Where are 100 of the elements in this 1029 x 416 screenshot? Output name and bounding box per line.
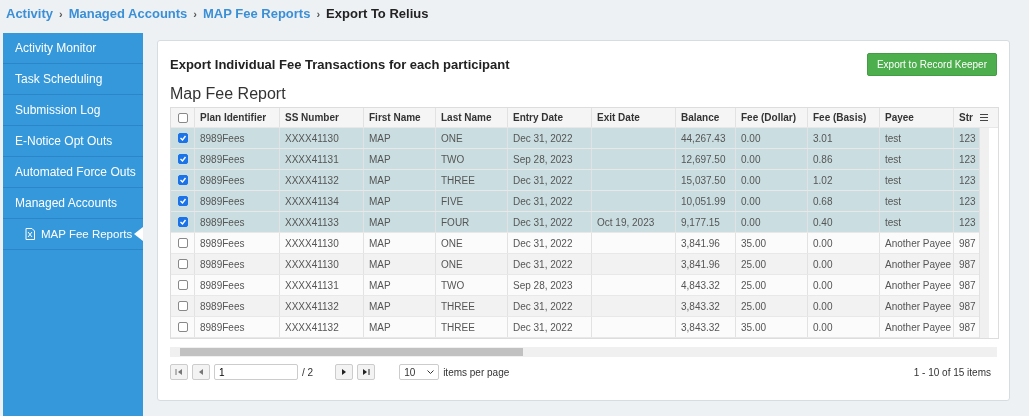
table-cell: 8989Fees	[194, 149, 279, 169]
column-header[interactable]: Exit Date	[591, 108, 675, 127]
column-header[interactable]: Str	[953, 108, 979, 127]
table-cell: MAP	[363, 128, 435, 148]
vertical-scrollbar[interactable]	[979, 128, 989, 338]
horizontal-scrollbar[interactable]	[170, 347, 997, 357]
table-cell: 15,037.50	[675, 170, 735, 190]
column-header[interactable]: Plan Identifier	[194, 108, 279, 127]
table-cell: THREE	[435, 317, 507, 337]
table-cell: THREE	[435, 296, 507, 316]
table-cell: 3,841.96	[675, 233, 735, 253]
table-cell: 44,267.43	[675, 128, 735, 148]
table-cell: Dec 31, 2022	[507, 317, 591, 337]
table-cell: 10,051.99	[675, 191, 735, 211]
table-cell: 8989Fees	[194, 296, 279, 316]
row-checkbox[interactable]	[177, 154, 188, 164]
first-page-button[interactable]	[170, 364, 188, 380]
table-cell: 0.86	[807, 149, 879, 169]
last-page-button[interactable]	[357, 364, 376, 380]
table-cell: MAP	[363, 212, 435, 232]
table-cell: XXXX41133	[279, 212, 363, 232]
table-cell: 25.00	[735, 296, 807, 316]
page-count: / 2	[302, 366, 314, 378]
table-cell: 0.00	[807, 254, 879, 274]
row-checkbox[interactable]	[177, 259, 188, 269]
table-cell: Dec 31, 2022	[507, 296, 591, 316]
row-checkbox[interactable]	[177, 280, 188, 290]
row-checkbox[interactable]	[177, 217, 188, 227]
table-cell: Another Payee	[879, 296, 953, 316]
column-header[interactable]: SS Number	[279, 108, 363, 127]
table-cell: 0.00	[735, 212, 807, 232]
section-heading: Export Individual Fee Transactions for each participant	[170, 56, 510, 72]
row-checkbox[interactable]	[177, 238, 188, 248]
table-cell: test	[879, 149, 953, 169]
table-cell: Dec 31, 2022	[507, 191, 591, 211]
table-cell: 0.68	[807, 191, 879, 211]
column-header[interactable]: Entry Date	[507, 108, 591, 127]
row-checkbox[interactable]	[177, 175, 188, 185]
menu-icon[interactable]	[980, 114, 988, 121]
row-checkbox[interactable]	[177, 133, 188, 143]
table-cell: TWO	[435, 275, 507, 295]
table-cell: Oct 19, 2023	[591, 212, 675, 232]
table-cell: TWO	[435, 149, 507, 169]
next-page-button[interactable]	[335, 364, 354, 380]
first-page-icon	[175, 368, 183, 376]
table-cell: MAP	[363, 254, 435, 274]
table-cell: XXXX41130	[279, 254, 363, 274]
row-checkbox[interactable]	[177, 322, 188, 332]
table-cell: 8989Fees	[194, 275, 279, 295]
table-cell: 0.40	[807, 212, 879, 232]
table-cell: ONE	[435, 128, 507, 148]
table-cell: 25.00	[735, 275, 807, 295]
table-cell: Dec 31, 2022	[507, 128, 591, 148]
table-cell: 3,843.32	[675, 317, 735, 337]
table-cell: XXXX41131	[279, 149, 363, 169]
pager-summary: 1 - 10 of 15 items	[913, 366, 991, 378]
page-input[interactable]: 1	[214, 364, 298, 380]
table-cell: Dec 31, 2022	[507, 233, 591, 253]
caret-icon	[427, 369, 435, 375]
table-cell: ONE	[435, 254, 507, 274]
table-cell: 8989Fees	[194, 191, 279, 211]
table-cell: 3,843.32	[675, 296, 735, 316]
table-cell: 0.00	[735, 149, 807, 169]
table-cell: 8989Fees	[194, 128, 279, 148]
table-cell: 0.00	[807, 317, 879, 337]
column-header[interactable]: First Name	[363, 108, 435, 127]
table-cell: XXXX41131	[279, 275, 363, 295]
table-cell: FOUR	[435, 212, 507, 232]
table-cell: Dec 31, 2022	[507, 170, 591, 190]
column-header[interactable]: Fee (Basis)	[807, 108, 879, 127]
breadcrumb-separator: ›	[193, 7, 197, 20]
spreadsheet-icon	[25, 228, 35, 240]
column-header[interactable]: Balance	[675, 108, 735, 127]
table-cell: 1.02	[807, 170, 879, 190]
breadcrumb-current: Export To Relius	[326, 6, 429, 21]
table-cell: 0.00	[735, 191, 807, 211]
table-cell: MAP	[363, 296, 435, 316]
breadcrumb-separator: ›	[316, 7, 321, 20]
table-cell: Dec 31, 2022	[507, 254, 591, 274]
table-cell: test	[879, 128, 953, 148]
table-cell: MAP	[363, 149, 435, 169]
table-cell: XXXX41134	[279, 191, 363, 211]
table-cell: 0.00	[735, 128, 807, 148]
previous-page-button[interactable]	[192, 364, 210, 380]
table-cell: 0.00	[735, 170, 807, 190]
table-cell: Sep 28, 2023	[507, 149, 591, 169]
select-all-checkbox[interactable]	[177, 112, 188, 123]
page-size-select[interactable]: 10	[399, 364, 440, 380]
row-checkbox[interactable]	[177, 301, 188, 311]
table-cell: 0.00	[807, 233, 879, 253]
table-cell: 8989Fees	[194, 254, 279, 274]
column-header[interactable]: Payee	[879, 108, 953, 127]
table-cell: 0.00	[807, 275, 879, 295]
row-checkbox[interactable]	[177, 196, 188, 206]
table-cell: 8989Fees	[194, 317, 279, 337]
column-header[interactable]: Last Name	[435, 108, 507, 127]
table-cell: 12,697.50	[675, 149, 735, 169]
page-size-label: items per page	[443, 366, 510, 378]
table-cell: 35.00	[735, 317, 807, 337]
column-header[interactable]: Fee (Dollar)	[735, 108, 807, 127]
